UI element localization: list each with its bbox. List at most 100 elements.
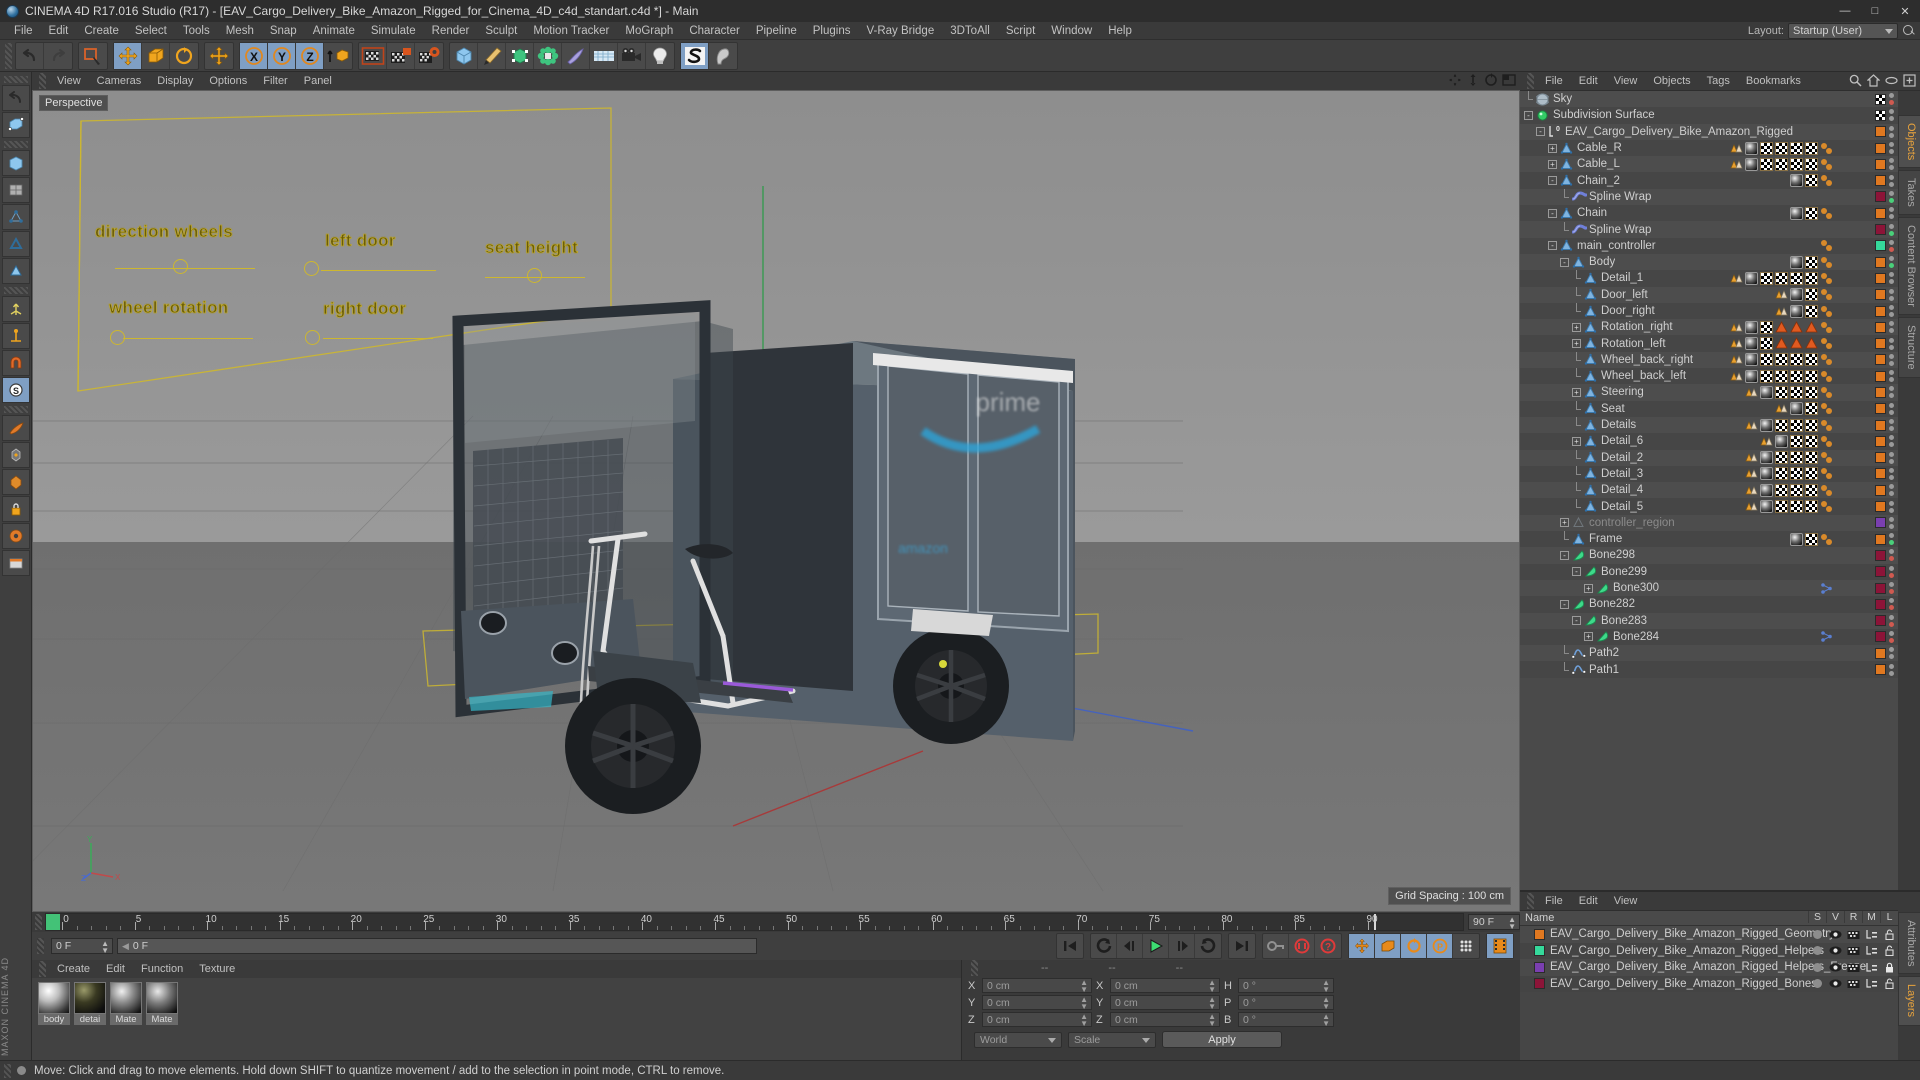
- object-row[interactable]: + Detail_6: [1520, 433, 1898, 450]
- selection-tag-icon[interactable]: [1775, 288, 1788, 301]
- layer-color-chip[interactable]: [1875, 142, 1886, 154]
- expander-toggle[interactable]: -: [1548, 176, 1557, 186]
- material-tag-icon[interactable]: [1760, 500, 1773, 514]
- layer-color-chip[interactable]: [1875, 272, 1886, 284]
- selection-tag-icon[interactable]: [1730, 142, 1743, 155]
- texture-tag-icon[interactable]: [1805, 483, 1818, 497]
- add-icon[interactable]: [1903, 74, 1916, 87]
- object-menu-objects[interactable]: Objects: [1645, 72, 1698, 90]
- menu-help[interactable]: Help: [1100, 22, 1140, 40]
- material-tag-icon[interactable]: [1745, 157, 1758, 171]
- texture-tag-icon[interactable]: [1805, 418, 1818, 432]
- visibility-dots[interactable]: [1888, 109, 1895, 122]
- layer-color-chip[interactable]: [1875, 126, 1886, 138]
- material-tag-icon[interactable]: [1745, 320, 1758, 334]
- layer-color-chip[interactable]: [1875, 354, 1886, 366]
- layer-color-chip[interactable]: [1875, 501, 1886, 513]
- layer-color-swatch[interactable]: [1534, 945, 1545, 957]
- constraint-tag-icon[interactable]: [1820, 582, 1833, 595]
- keying-help-button[interactable]: ?: [1315, 934, 1341, 958]
- texture-tag-icon[interactable]: [1790, 467, 1803, 481]
- polygon-mode-icon[interactable]: [1, 258, 30, 284]
- render-settings-button[interactable]: [415, 43, 443, 69]
- layer-color-swatch[interactable]: [1534, 978, 1545, 990]
- coord-pos-y-input[interactable]: 0 cm ▲ ▼: [982, 995, 1092, 1011]
- visibility-dots[interactable]: [1888, 272, 1895, 285]
- material-tag-icon[interactable]: [1760, 467, 1773, 481]
- layer-color-chip[interactable]: [1875, 403, 1886, 415]
- current-frame-spinner-icon[interactable]: ▲ ▼: [101, 940, 109, 955]
- texture-tag-icon[interactable]: [1805, 402, 1818, 416]
- expander-toggle[interactable]: -: [1548, 208, 1557, 218]
- layer-color-chip[interactable]: [1875, 631, 1886, 643]
- layer-color-chip[interactable]: [1875, 598, 1886, 610]
- layer-color-chip[interactable]: [1875, 224, 1886, 236]
- texture-tag-icon[interactable]: [1790, 141, 1803, 155]
- ground-button[interactable]: [590, 42, 618, 69]
- menu-3dtoall[interactable]: 3DToAll: [942, 22, 998, 40]
- warning-tag-icon[interactable]: [1790, 337, 1803, 350]
- coord-size-x-input[interactable]: 0 cm ▲ ▼: [1110, 978, 1220, 994]
- material-tag-icon[interactable]: [1775, 434, 1788, 448]
- visibility-dots[interactable]: [1888, 174, 1895, 187]
- enable-axis-icon[interactable]: [1, 323, 30, 349]
- menu-select[interactable]: Select: [127, 22, 175, 40]
- visibility-dots[interactable]: [1888, 190, 1895, 203]
- timeline-ruler[interactable]: 0 5 10 15 20 25 30 35 40 45 50 55 60 65 70 75 80 85 90: [45, 913, 1464, 931]
- add-spline-button[interactable]: [478, 42, 506, 69]
- scene-objects-button[interactable]: [562, 42, 590, 69]
- layer-color-chip[interactable]: [1875, 338, 1886, 350]
- layer-color-chip[interactable]: [1875, 468, 1886, 480]
- timeline-end-frame-field[interactable]: 90 F ▲ ▼: [1468, 914, 1520, 931]
- layer-color-chip[interactable]: [1875, 484, 1886, 496]
- object-row[interactable]: - 0 EAV_Cargo_Delivery_Bike_Amazon_Rigged: [1520, 123, 1898, 140]
- texture-tag-icon[interactable]: [1760, 337, 1773, 351]
- layer-color-chip[interactable]: [1875, 549, 1886, 561]
- expander-toggle[interactable]: -: [1572, 567, 1581, 577]
- menu-plugins[interactable]: Plugins: [805, 22, 859, 40]
- object-row[interactable]: - main_controller: [1520, 237, 1898, 254]
- visibility-dots[interactable]: [1888, 353, 1895, 366]
- layer-color-chip[interactable]: [1875, 452, 1886, 464]
- texture-tag-icon[interactable]: [1805, 353, 1818, 367]
- menu-simulate[interactable]: Simulate: [363, 22, 424, 40]
- material-tag-icon[interactable]: [1760, 483, 1773, 497]
- object-row[interactable]: - Subdivision Surface: [1520, 107, 1898, 124]
- transform-mode-dropdown[interactable]: Scale: [1068, 1031, 1156, 1048]
- layer-color-chip[interactable]: [1875, 370, 1886, 382]
- spinner-arrows-icon[interactable]: ▲ ▼: [1322, 1013, 1330, 1028]
- expander-toggle[interactable]: +: [1572, 322, 1581, 332]
- spinner-arrows-icon[interactable]: ▲ ▼: [1208, 996, 1216, 1011]
- layer-solo-toggle[interactable]: [1808, 946, 1826, 956]
- object-row[interactable]: - Bone283: [1520, 612, 1898, 629]
- selection-tag-icon[interactable]: [1745, 419, 1758, 432]
- deformers-button[interactable]: [534, 42, 562, 69]
- coordinate-system-dropdown[interactable]: World: [974, 1031, 1062, 1048]
- texture-tag-icon[interactable]: [1775, 451, 1788, 465]
- layer-color-chip[interactable]: [1875, 664, 1886, 676]
- selection-tag-icon[interactable]: [1730, 272, 1743, 285]
- selection-tag-icon[interactable]: [1730, 370, 1743, 383]
- tab-attributes[interactable]: Attributes: [1898, 912, 1920, 975]
- world-object-coord-button[interactable]: [324, 43, 352, 69]
- object-row[interactable]: Wheel_back_right: [1520, 351, 1898, 369]
- object-row[interactable]: Details: [1520, 416, 1898, 434]
- layer-color-chip[interactable]: [1875, 533, 1886, 545]
- object-row[interactable]: Detail_4: [1520, 482, 1898, 499]
- selection-tag-icon[interactable]: [1745, 467, 1758, 480]
- texture-tag-icon[interactable]: [1775, 141, 1788, 155]
- layer-color-chip[interactable]: [1875, 240, 1886, 252]
- visibility-dots[interactable]: [1888, 305, 1895, 317]
- search-icon[interactable]: [1902, 24, 1916, 38]
- layer-lock-toggle[interactable]: [1880, 945, 1898, 957]
- selection-tag-icon[interactable]: [1760, 435, 1773, 448]
- layer-color-chip[interactable]: [1875, 191, 1886, 203]
- object-menu-bookmarks[interactable]: Bookmarks: [1738, 72, 1809, 90]
- record-rotation-button[interactable]: [1401, 934, 1427, 958]
- texture-tag-icon[interactable]: [1760, 369, 1773, 383]
- object-row[interactable]: Detail_1: [1520, 270, 1898, 287]
- selection-tag-icon[interactable]: [1745, 500, 1758, 513]
- search-icon[interactable]: [1849, 74, 1862, 87]
- lock-x-button[interactable]: X: [240, 42, 268, 69]
- spinner-arrows-icon[interactable]: ▲ ▼: [1080, 1013, 1088, 1028]
